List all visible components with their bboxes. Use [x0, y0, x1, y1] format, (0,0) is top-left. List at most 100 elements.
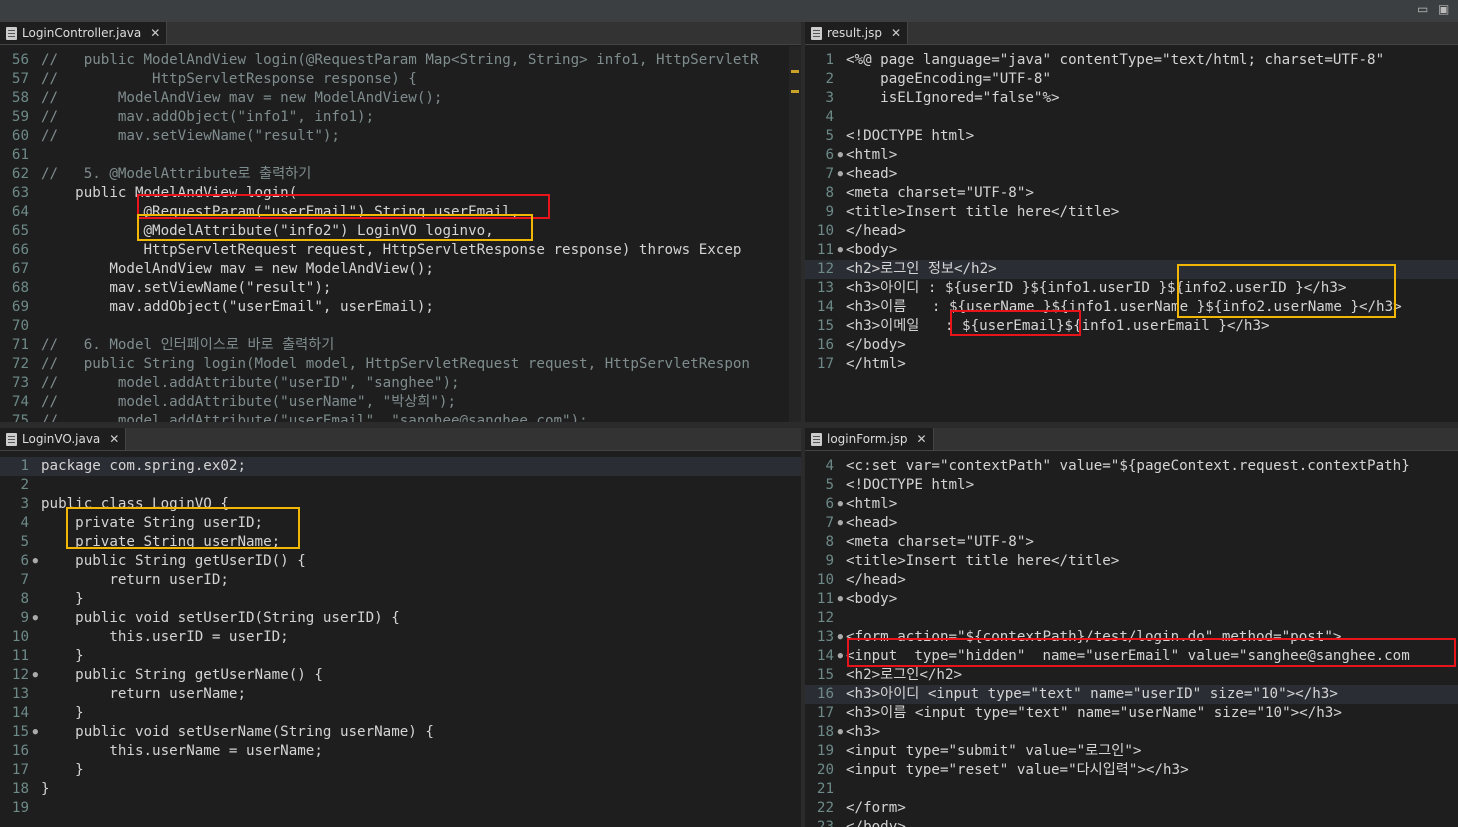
code-line[interactable]: 5 private String userName; — [0, 533, 801, 552]
code-line[interactable]: 15 ● public void setUserName(String userN… — [0, 723, 801, 742]
code-line[interactable]: 72 // public String login(Model model, Ht… — [0, 355, 801, 374]
code-line[interactable]: 19 — [0, 799, 801, 818]
close-icon[interactable]: ✕ — [109, 432, 119, 446]
code-line[interactable]: 3 isELIgnored="false"%> — [805, 89, 1458, 108]
code-line[interactable]: 4 <c:set var="contextPath" value="${pageC… — [805, 457, 1458, 476]
code-line[interactable]: 20 <input type="reset" value="다시입력"></h3> — [805, 761, 1458, 780]
code-line[interactable]: 13 <h3>아이디 : ${userID }${info1.userID }${… — [805, 279, 1458, 298]
code-line[interactable]: 57 // HttpServletResponse response) { — [0, 70, 801, 89]
code-line[interactable]: 7 ● <head> — [805, 514, 1458, 533]
code-line[interactable]: 1 package com.spring.ex02; — [0, 457, 801, 476]
code-line[interactable]: 74 // model.addAttribute("userName", "박상희… — [0, 393, 801, 412]
maximize-icon[interactable]: ▣ — [1438, 2, 1449, 16]
code-line[interactable]: 23 </body> — [805, 818, 1458, 827]
code-line[interactable]: 21 — [805, 780, 1458, 799]
code-line[interactable]: 14 ● <input type="hidden" name="userEmail"… — [805, 647, 1458, 666]
code-line[interactable]: 17 } — [0, 761, 801, 780]
code-line[interactable]: 4 private String userID; — [0, 514, 801, 533]
code-line[interactable]: 12 ● public String getUserName() { — [0, 666, 801, 685]
code-line[interactable]: 3 public class LoginVO { — [0, 495, 801, 514]
code-line[interactable]: 18 ● <h3> — [805, 723, 1458, 742]
fold-icon[interactable]: ● — [838, 590, 843, 609]
code-line[interactable]: 17 <h3>이름 <input type="text" name="userNa… — [805, 704, 1458, 723]
close-icon[interactable]: ✕ — [916, 432, 926, 446]
code-line[interactable]: 5 <!DOCTYPE html> — [805, 127, 1458, 146]
pane-divider[interactable] — [801, 22, 805, 827]
code-line[interactable]: 15 <h3>이메일 : ${userEmail}${info1.userEmai… — [805, 317, 1458, 336]
code-line[interactable]: 64 @RequestParam("userEmail") String use… — [0, 203, 801, 222]
code-line[interactable]: 7 return userID; — [0, 571, 801, 590]
code-line[interactable]: 2 pageEncoding="UTF-8" — [805, 70, 1458, 89]
code-line[interactable]: 66 HttpServletRequest request, HttpServl… — [0, 241, 801, 260]
fold-icon[interactable]: ● — [838, 165, 843, 184]
code-line[interactable]: 18} — [0, 780, 801, 799]
code-area[interactable]: 56 // public ModelAndView login(@RequestP… — [0, 46, 801, 422]
code-line[interactable]: 10 </head> — [805, 222, 1458, 241]
code-line[interactable]: 61 — [0, 146, 801, 165]
code-line[interactable]: 14 } — [0, 704, 801, 723]
code-area[interactable]: 4 <c:set var="contextPath" value="${pageC… — [805, 452, 1458, 827]
code-line[interactable]: 7 ● <head> — [805, 165, 1458, 184]
code-line[interactable]: 8 <meta charset="UTF-8"> — [805, 184, 1458, 203]
code-line[interactable]: 22 </form> — [805, 799, 1458, 818]
close-icon[interactable]: ✕ — [891, 26, 901, 40]
code-line[interactable]: 56 // public ModelAndView login(@RequestP… — [0, 51, 801, 70]
code-line[interactable]: 13 ● <form action="${contextPath}/test/log… — [805, 628, 1458, 647]
code-line[interactable]: 70 — [0, 317, 801, 336]
code-line[interactable]: 11 } — [0, 647, 801, 666]
code-line[interactable]: 16 <h3>아이디 <input type="text" name="userI… — [805, 685, 1458, 704]
code-line[interactable]: 6 ● <html> — [805, 495, 1458, 514]
code-line[interactable]: 2 — [0, 476, 801, 495]
code-line[interactable]: 75 // model.addAttribute("userEmail", "sa… — [0, 412, 801, 422]
code-line[interactable]: 73 // model.addAttribute("userID", "sangh… — [0, 374, 801, 393]
tab-login-controller[interactable]: LoginController.java ✕ — [0, 22, 168, 44]
fold-icon[interactable]: ● — [838, 723, 843, 742]
code-line[interactable]: 60 // mav.setViewName("result"); — [0, 127, 801, 146]
code-line[interactable]: 16 this.userName = userName; — [0, 742, 801, 761]
code-line[interactable]: 5 <!DOCTYPE html> — [805, 476, 1458, 495]
code-line[interactable]: 69 mav.addObject("userEmail", userEmail)… — [0, 298, 801, 317]
code-line[interactable]: 14 <h3>이름 : ${userName }${info1.userName … — [805, 298, 1458, 317]
close-icon[interactable]: ✕ — [150, 26, 160, 40]
code-line[interactable]: 12 <h2>로그인 정보</h2> — [805, 260, 1458, 279]
fold-icon[interactable]: ● — [838, 495, 843, 514]
code-line[interactable]: 6 ● <html> — [805, 146, 1458, 165]
fold-icon[interactable]: ● — [33, 609, 38, 628]
code-area[interactable]: 1 <%@ page language="java" contentType="t… — [805, 46, 1458, 422]
code-line[interactable]: 9 <title>Insert title here</title> — [805, 552, 1458, 571]
fold-icon[interactable]: ● — [838, 628, 843, 647]
code-line[interactable]: 19 <input type="submit" value="로그인"> — [805, 742, 1458, 761]
code-line[interactable]: 58 // ModelAndView mav = new ModelAndView… — [0, 89, 801, 108]
code-line[interactable]: 9 ● public void setUserID(String userID) … — [0, 609, 801, 628]
code-line[interactable]: 16 </body> — [805, 336, 1458, 355]
vertical-scrollbar[interactable] — [789, 46, 801, 422]
fold-icon[interactable]: ● — [838, 514, 843, 533]
code-line[interactable]: 13 return userName; — [0, 685, 801, 704]
code-line[interactable]: 8 } — [0, 590, 801, 609]
code-line[interactable]: 8 <meta charset="UTF-8"> — [805, 533, 1458, 552]
code-area[interactable]: 1 package com.spring.ex02; 2 3 public class … — [0, 452, 801, 827]
tab-login-form-jsp[interactable]: loginForm.jsp ✕ — [805, 428, 934, 450]
fold-icon[interactable]: ● — [33, 552, 38, 571]
fold-icon[interactable]: ● — [838, 647, 843, 666]
code-line[interactable]: 62 // 5. @ModelAttribute로 출력하기 — [0, 165, 801, 184]
tab-login-vo[interactable]: LoginVO.java ✕ — [0, 428, 127, 450]
minimize-icon[interactable]: ▭ — [1417, 2, 1428, 16]
code-line[interactable]: 59 // mav.addObject("info1", info1); — [0, 108, 801, 127]
fold-icon[interactable]: ● — [33, 723, 38, 742]
code-line[interactable]: 67 ModelAndView mav = new ModelAndView()… — [0, 260, 801, 279]
code-line[interactable]: 63 public ModelAndView login( — [0, 184, 801, 203]
code-line[interactable]: 71 // 6. Model 인터페이스로 바로 출력하기 — [0, 336, 801, 355]
code-line[interactable]: 1 <%@ page language="java" contentType="t… — [805, 51, 1458, 70]
code-line[interactable]: 12 — [805, 609, 1458, 628]
fold-icon[interactable]: ● — [838, 241, 843, 260]
code-line[interactable]: 6 ● public String getUserID() { — [0, 552, 801, 571]
code-line[interactable]: 4 — [805, 108, 1458, 127]
code-line[interactable]: 10 this.userID = userID; — [0, 628, 801, 647]
fold-icon[interactable]: ● — [33, 666, 38, 685]
tab-result-jsp[interactable]: result.jsp ✕ — [805, 22, 909, 44]
code-line[interactable]: 9 <title>Insert title here</title> — [805, 203, 1458, 222]
code-line[interactable]: 10 </head> — [805, 571, 1458, 590]
code-line[interactable]: 11 ● <body> — [805, 241, 1458, 260]
code-line[interactable]: 15 <h2>로그인</h2> — [805, 666, 1458, 685]
